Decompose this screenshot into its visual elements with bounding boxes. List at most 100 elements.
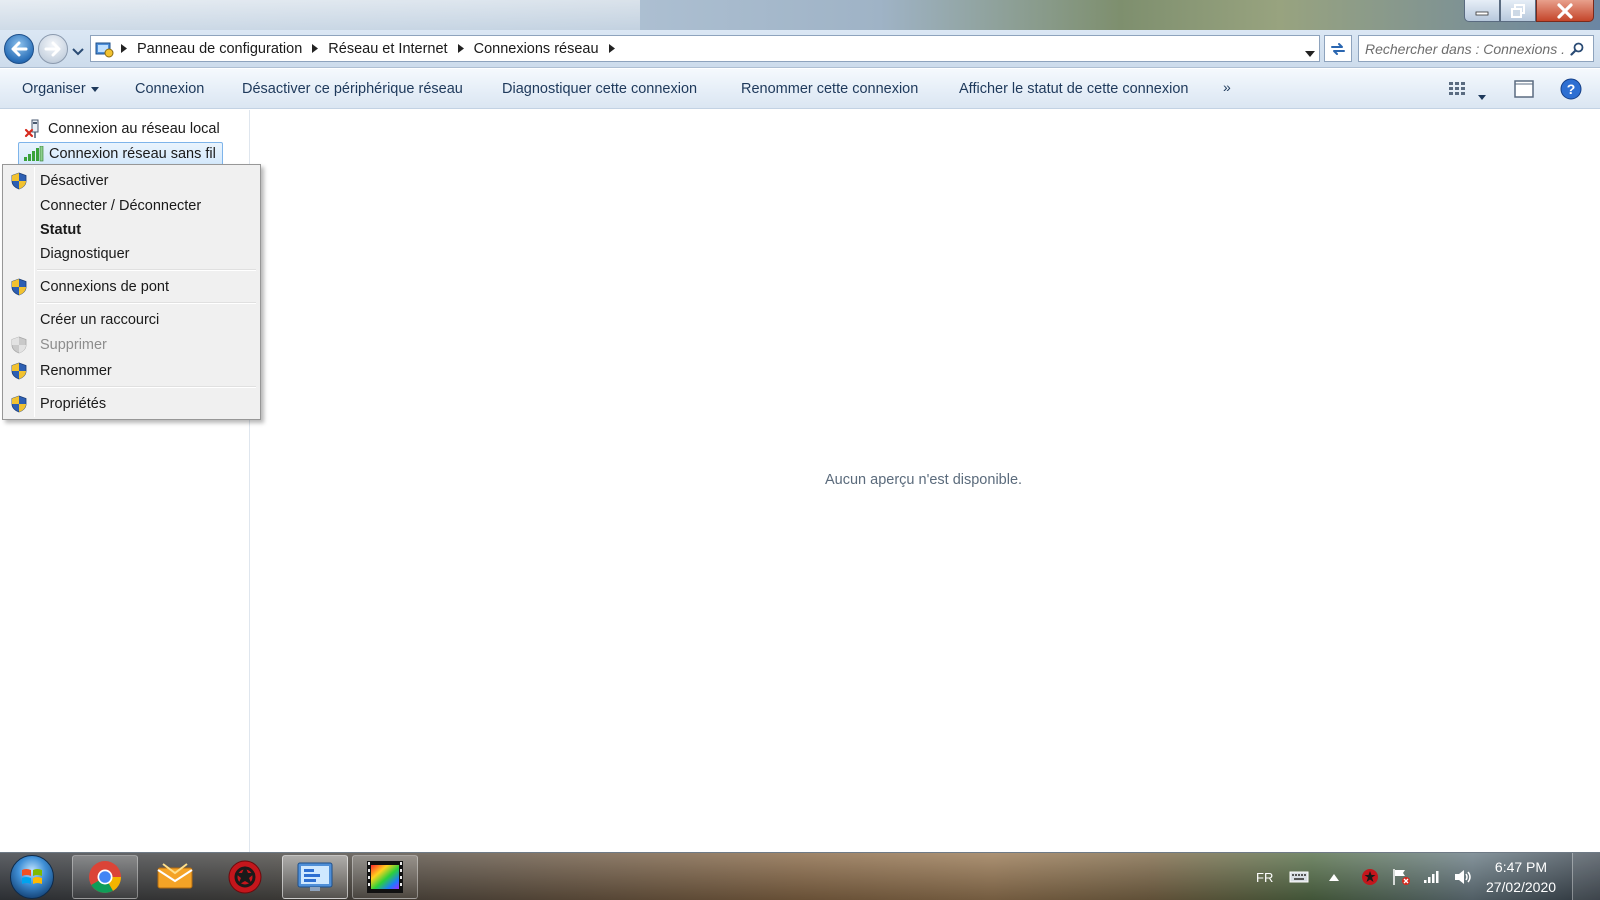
chevron-down-icon xyxy=(1305,51,1315,57)
minimize-icon xyxy=(1475,11,1489,15)
forward-button[interactable] xyxy=(38,34,68,64)
help-icon: ? xyxy=(1560,78,1582,100)
help-button[interactable]: ? xyxy=(1560,78,1582,103)
breadcrumb-control-panel[interactable]: Panneau de configuration xyxy=(131,41,308,57)
window-titlebar[interactable] xyxy=(0,0,1600,30)
menu-item-label: Désactiver xyxy=(40,173,109,189)
connection-label: Connexion réseau sans fil xyxy=(49,146,216,162)
menu-item-label: Connecter / Déconnecter xyxy=(40,198,202,214)
clock-time: 6:47 PM xyxy=(1494,859,1548,875)
menu-item-label: Supprimer xyxy=(40,337,107,353)
change-view-button[interactable] xyxy=(1448,80,1468,101)
breadcrumb-arrow-icon[interactable] xyxy=(454,44,468,53)
connection-item-local[interactable]: Connexion au réseau local xyxy=(18,117,226,141)
menu-item-properties[interactable]: Propriétés xyxy=(5,392,258,416)
clock-date: 27/02/2020 xyxy=(1485,879,1557,895)
mail-icon xyxy=(157,863,193,889)
search-input[interactable] xyxy=(1359,40,1565,57)
menu-item-delete: Supprimer xyxy=(5,333,258,357)
preview-pane-button[interactable] xyxy=(1514,80,1534,101)
refresh-icon xyxy=(1331,42,1345,55)
view-details-icon xyxy=(1449,82,1465,95)
menu-item-rename[interactable]: Renommer xyxy=(5,359,258,383)
back-button[interactable] xyxy=(4,34,34,64)
connect-command[interactable]: Connexion xyxy=(135,69,204,109)
chrome-icon xyxy=(89,861,121,893)
breadcrumb-arrow-icon[interactable] xyxy=(605,44,619,53)
start-button[interactable] xyxy=(10,855,54,899)
system-clock[interactable]: 6:47 PM 27/02/2020 xyxy=(1476,857,1566,897)
menu-item-label: Statut xyxy=(40,222,82,238)
taskbar-red-app[interactable] xyxy=(212,855,278,899)
breadcrumb-arrow-icon[interactable] xyxy=(117,44,131,53)
uac-shield-icon xyxy=(5,360,33,382)
show-desktop-button[interactable] xyxy=(1572,853,1600,900)
menu-separator xyxy=(37,269,256,271)
taskbar: FR 6:47 PM 27/02/2020 xyxy=(0,852,1600,900)
system-tray: FR xyxy=(1256,853,1479,900)
arrow-left-icon xyxy=(11,41,28,57)
uac-shield-icon xyxy=(5,393,33,415)
menu-item-label: Connexions de pont xyxy=(40,279,169,295)
taskbar-chrome[interactable] xyxy=(72,855,138,899)
taskbar-video-editor[interactable] xyxy=(352,855,418,899)
network-signal-icon[interactable] xyxy=(1423,870,1441,884)
rename-command[interactable]: Renommer cette connexion xyxy=(741,69,918,109)
menu-item-disable[interactable]: Désactiver xyxy=(5,169,258,193)
taskbar-mail[interactable] xyxy=(142,855,208,899)
address-history-dropdown[interactable] xyxy=(1305,44,1315,60)
svg-text:?: ? xyxy=(1567,81,1576,97)
wireless-signal-icon xyxy=(23,144,45,164)
menu-separator xyxy=(37,386,256,388)
menu-item-label: Renommer xyxy=(40,363,112,379)
search-box[interactable] xyxy=(1358,35,1594,62)
windows-logo-icon xyxy=(22,869,42,884)
language-indicator[interactable]: FR xyxy=(1256,870,1273,885)
minimize-button[interactable] xyxy=(1464,0,1500,22)
menu-item-diagnose[interactable]: Diagnostiquer xyxy=(5,242,258,266)
preview-pane-icon xyxy=(1514,80,1534,98)
menu-item-label: Propriétés xyxy=(40,396,107,412)
restore-button[interactable] xyxy=(1500,0,1536,22)
close-button[interactable] xyxy=(1536,0,1594,22)
restore-icon xyxy=(1511,3,1525,18)
uac-shield-icon xyxy=(5,170,33,192)
view-options-dropdown[interactable] xyxy=(1478,87,1486,103)
more-commands-button[interactable]: » xyxy=(1223,79,1231,95)
connection-item-wireless[interactable]: Connexion réseau sans fil xyxy=(18,142,223,166)
context-menu: Désactiver Connecter / Déconnecter Statu… xyxy=(2,164,261,420)
keyboard-icon[interactable] xyxy=(1289,870,1309,884)
diagnose-command[interactable]: Diagnostiquer cette connexion xyxy=(502,69,697,109)
antivirus-tray-icon[interactable] xyxy=(1361,868,1379,886)
action-center-flag-icon[interactable] xyxy=(1391,868,1411,886)
titlebar-glass xyxy=(0,0,640,30)
recent-pages-dropdown[interactable] xyxy=(72,43,84,59)
organize-menu[interactable]: Organiser xyxy=(22,69,99,109)
address-bar[interactable]: Panneau de configuration Réseau et Inter… xyxy=(90,35,1320,62)
menu-separator xyxy=(37,302,256,304)
refresh-button[interactable] xyxy=(1324,35,1352,62)
show-hidden-icons-icon[interactable] xyxy=(1329,873,1340,881)
red-app-icon xyxy=(228,860,262,894)
breadcrumb-network-internet[interactable]: Réseau et Internet xyxy=(322,41,453,57)
arrow-right-icon xyxy=(44,41,61,57)
command-bar: Organiser Connexion Désactiver ce périph… xyxy=(0,69,1600,109)
caret-down-icon xyxy=(1478,95,1486,100)
breadcrumb-arrow-icon[interactable] xyxy=(308,44,322,53)
search-icon[interactable] xyxy=(1565,42,1589,56)
control-panel-icon xyxy=(297,862,333,891)
video-editor-icon xyxy=(367,861,403,893)
menu-item-create-shortcut[interactable]: Créer un raccourci xyxy=(5,308,258,332)
chevron-down-icon xyxy=(72,48,84,56)
address-toolbar: Panneau de configuration Réseau et Inter… xyxy=(0,30,1600,68)
control-panel-icon xyxy=(91,36,117,61)
organize-label: Organiser xyxy=(22,81,86,97)
breadcrumb-network-connections[interactable]: Connexions réseau xyxy=(468,41,605,57)
menu-item-connect-disconnect[interactable]: Connecter / Déconnecter xyxy=(5,194,258,218)
volume-icon[interactable] xyxy=(1453,869,1473,885)
taskbar-control-panel[interactable] xyxy=(282,855,348,899)
menu-item-bridge-connections[interactable]: Connexions de pont xyxy=(5,275,258,299)
disable-device-command[interactable]: Désactiver ce périphérique réseau xyxy=(242,69,463,109)
menu-item-status[interactable]: Statut xyxy=(5,218,258,242)
view-status-command[interactable]: Afficher le statut de cette connexion xyxy=(959,69,1188,109)
